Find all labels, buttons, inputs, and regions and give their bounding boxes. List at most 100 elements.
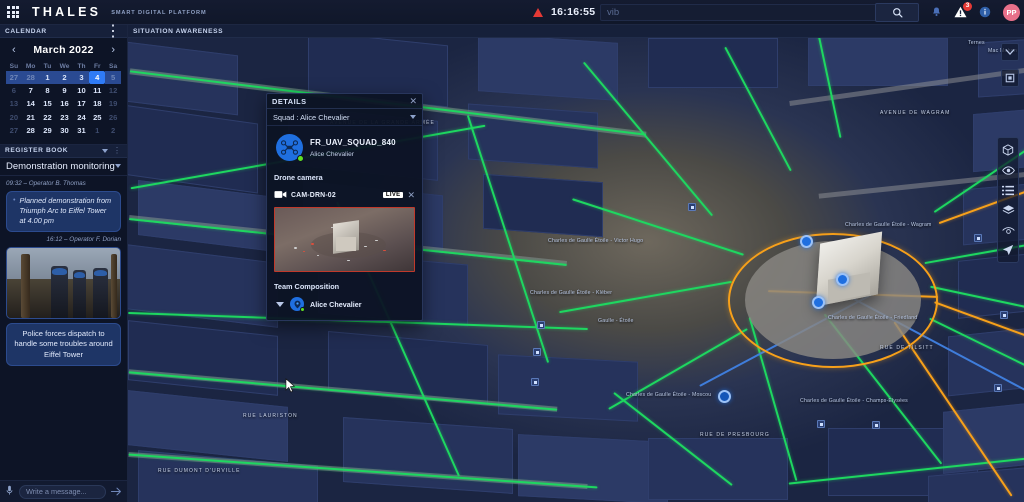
map-poi-icon[interactable] (994, 384, 1002, 392)
calendar-day-2[interactable]: 2 (105, 124, 121, 137)
calendar-day-17[interactable]: 17 (74, 97, 90, 110)
map-label: Ternes (968, 40, 985, 46)
calendar-day-25[interactable]: 25 (89, 111, 105, 124)
app-grid-icon[interactable] (0, 6, 26, 18)
drone-camera-feed[interactable] (274, 207, 415, 272)
map-compass-button[interactable] (1001, 43, 1019, 61)
squad-operator-label: Alice Chevalier (310, 151, 396, 158)
navigate-arrow-icon[interactable] (999, 241, 1017, 259)
cube-3d-icon[interactable] (999, 141, 1017, 159)
map-label: Charles de Gaulle Étoile - Kléber (530, 290, 612, 296)
map-home-extent-button[interactable] (1001, 69, 1019, 87)
microphone-icon[interactable] (5, 483, 14, 501)
calendar-day-1[interactable]: 1 (89, 124, 105, 137)
calendar-day-31[interactable]: 31 (74, 124, 90, 137)
calendar-day-23[interactable]: 23 (55, 111, 73, 124)
squad-select[interactable]: Squad : Alice Chevalier (267, 109, 422, 126)
calendar-day-4[interactable]: 4 (89, 71, 105, 84)
left-sidebar: CALENDAR ⋮ ‹ March 2022 › SuMoTuWeThFrSa… (0, 25, 128, 502)
list-layers-icon[interactable] (999, 181, 1017, 199)
map-poi-icon[interactable] (537, 321, 545, 329)
calendar-day-22[interactable]: 22 (40, 111, 56, 124)
details-panel: DETAILS ✕ Squad : Alice Chevalier (266, 93, 423, 321)
map-poi-icon[interactable] (688, 203, 696, 211)
chevron-down-icon[interactable] (276, 302, 284, 307)
calendar-day-15[interactable]: 15 (40, 97, 56, 110)
register-entry-photo[interactable] (6, 247, 121, 319)
search-icon[interactable] (875, 3, 919, 22)
map-marker-secondary[interactable] (718, 390, 731, 403)
map-marker-team[interactable] (812, 296, 825, 309)
calendar-day-7[interactable]: 7 (22, 84, 40, 97)
calendar-day-1[interactable]: 1 (40, 71, 56, 84)
calendar-day-30[interactable]: 30 (55, 124, 73, 137)
calendar-day-9[interactable]: 9 (55, 84, 73, 97)
map-marker-drone[interactable] (800, 235, 813, 248)
layers-stack-icon[interactable] (999, 201, 1017, 219)
calendar-day-14[interactable]: 14 (22, 97, 40, 110)
warning-triangle-icon[interactable]: 3 (954, 6, 967, 18)
calendar-day-19[interactable]: 19 (105, 97, 121, 110)
calendar-day-18[interactable]: 18 (89, 97, 105, 110)
calendar-day-29[interactable]: 29 (40, 124, 56, 137)
calendar-day-28[interactable]: 28 (22, 71, 40, 84)
clock-display: 16:16:55 (551, 6, 595, 18)
calendar-day-6[interactable]: 6 (6, 84, 22, 97)
register-book-feed-select[interactable]: Demonstration monitoring (0, 158, 127, 176)
alert-triangle-icon (533, 8, 543, 17)
map-poi-icon[interactable] (531, 378, 539, 386)
map-poi-icon[interactable] (1000, 311, 1008, 319)
squad-summary[interactable]: FR_UAV_SQUAD_840 Alice Chevalier (267, 126, 422, 170)
avatar[interactable]: PP (1003, 4, 1020, 21)
measure-icon[interactable] (999, 221, 1017, 239)
calendar-day-8[interactable]: 8 (40, 84, 56, 97)
calendar-day-28[interactable]: 28 (22, 124, 40, 137)
calendar-week-row: 272812345 (6, 71, 121, 84)
calendar-day-24[interactable]: 24 (74, 111, 90, 124)
calendar-day-3[interactable]: 3 (74, 71, 90, 84)
map-label: Charles de Gaulle Étoile - Victor Hugo (548, 238, 643, 244)
calendar-day-11[interactable]: 11 (89, 84, 105, 97)
map-canvas[interactable]: Charles de Gaulle Étoile - WagramCharles… (128, 38, 1024, 502)
map-poi-icon[interactable] (974, 234, 982, 242)
squad-select-value: Squad : Alice Chevalier (273, 113, 349, 122)
register-entry-bubble[interactable]: • Planned demonstration from Triumph Arc… (6, 191, 121, 232)
message-input[interactable]: Write a message... (19, 485, 106, 499)
calendar-day-26[interactable]: 26 (105, 111, 121, 124)
camera-close-icon[interactable]: ✕ (407, 191, 415, 200)
mouse-cursor-icon (285, 378, 296, 398)
map-panel-title: SITUATION AWARENESS (133, 28, 223, 35)
map-poi-icon[interactable] (533, 348, 541, 356)
calendar-day-21[interactable]: 21 (22, 111, 40, 124)
status-online-dot (300, 307, 305, 312)
register-book-collapse-icon[interactable] (102, 149, 108, 153)
info-icon[interactable] (979, 6, 991, 18)
bell-icon[interactable] (931, 6, 942, 18)
send-icon[interactable] (111, 483, 122, 501)
message-bar: Write a message... (0, 480, 127, 502)
calendar-day-13[interactable]: 13 (6, 97, 22, 110)
calendar-day-16[interactable]: 16 (55, 97, 73, 110)
map-marker-unit[interactable] (836, 273, 849, 286)
calendar-day-12[interactable]: 12 (105, 84, 121, 97)
calendar-day-27[interactable]: 27 (6, 71, 22, 84)
close-icon[interactable]: ✕ (409, 97, 417, 106)
calendar-day-5[interactable]: 5 (105, 71, 121, 84)
calendar-day-27[interactable]: 27 (6, 124, 22, 137)
map-poi-icon[interactable] (872, 421, 880, 429)
application-root: THALES SMART DIGITAL PLATFORM 16:16:55 N… (0, 0, 1024, 502)
details-panel-header: DETAILS ✕ (267, 94, 422, 109)
calendar-next-month-button[interactable]: › (111, 45, 115, 56)
squad-id-label: FR_UAV_SQUAD_840 (310, 138, 396, 147)
register-book-menu-icon[interactable]: ⋮ (113, 146, 122, 155)
team-member-row[interactable]: Alice Chevalier (267, 295, 422, 320)
calendar-prev-month-button[interactable]: ‹ (12, 45, 16, 56)
calendar-day-20[interactable]: 20 (6, 111, 22, 124)
calendar-days-body: 2728123456789101112131415161718192021222… (6, 71, 121, 137)
map-poi-icon[interactable] (817, 420, 825, 428)
calendar-day-2[interactable]: 2 (55, 71, 73, 84)
eye-visibility-icon[interactable] (999, 161, 1017, 179)
search-input[interactable]: vib (600, 4, 900, 21)
team-composition-section-title: Team Composition (267, 279, 422, 295)
calendar-day-10[interactable]: 10 (74, 84, 90, 97)
